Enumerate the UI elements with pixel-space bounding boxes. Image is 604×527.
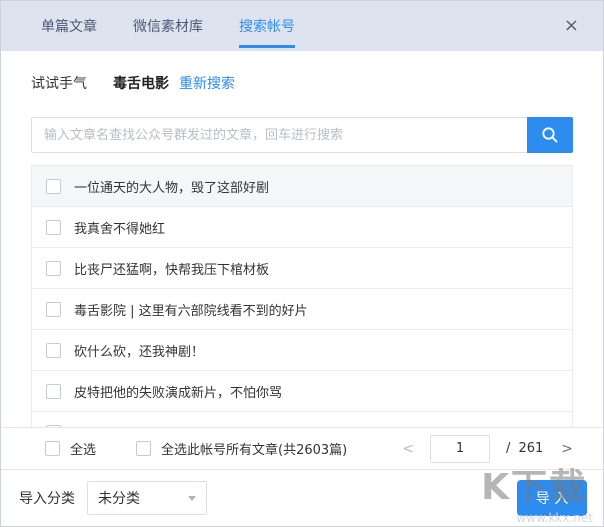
article-title: 比丧尸还猛啊，快帮我压下棺材板 <box>74 262 270 278</box>
dialog-body: 试试手气 毒舌电影 重新搜索 一位通天的大人物，毁了这部好剧我真舍不得她红比丧尸… <box>1 51 603 427</box>
account-toolbar: 试试手气 毒舌电影 重新搜索 <box>31 73 573 93</box>
try-luck-link[interactable]: 试试手气 <box>31 73 87 93</box>
search-button[interactable] <box>527 117 573 153</box>
article-row[interactable]: 皮特把他的失败演成新片，不怕你骂 <box>32 371 572 412</box>
tab-bar: 单篇文章 微信素材库 搜索帐号 × <box>1 1 603 51</box>
select-all-checkbox[interactable] <box>45 441 60 456</box>
article-row[interactable] <box>32 412 572 427</box>
article-checkbox[interactable] <box>46 178 61 194</box>
article-checkbox[interactable] <box>46 219 61 235</box>
tab-search-account[interactable]: 搜索帐号 <box>239 11 295 48</box>
next-page-icon[interactable]: > <box>561 442 573 456</box>
article-row[interactable]: 毒舌影院 | 这里有六部院线看不到的好片 <box>32 289 572 330</box>
select-account-checkbox[interactable] <box>136 441 152 456</box>
article-title: 毒舌影院 | 这里有六部院线看不到的好片 <box>74 303 308 319</box>
close-icon[interactable]: × <box>560 15 583 37</box>
article-checkbox[interactable] <box>46 342 61 358</box>
tab-wechat-material[interactable]: 微信素材库 <box>133 11 203 41</box>
tab-list: 单篇文章 微信素材库 搜索帐号 <box>41 11 560 48</box>
select-account-label: 全选此帐号所有文章(共2603篇) <box>161 443 348 458</box>
article-checkbox[interactable] <box>46 260 61 276</box>
import-category-label: 导入分类 <box>19 491 75 507</box>
article-list: 一位通天的大人物，毁了这部好剧 我真舍不得她红比丧尸还猛啊，快帮我压下棺材板毒舌影… <box>31 165 573 427</box>
article-row[interactable]: 我真舍不得她红 <box>32 207 572 248</box>
search-input[interactable] <box>31 117 527 153</box>
article-title: 皮特把他的失败演成新片，不怕你骂 <box>74 385 283 401</box>
category-value: 未分类 <box>98 491 140 507</box>
category-select[interactable]: 未分类 <box>87 481 207 515</box>
article-checkbox[interactable] <box>46 301 61 317</box>
article-title: 我真舍不得她红 <box>74 221 166 237</box>
select-bar: 全选 全选此帐号所有文章(共2603篇) < / 261 > <box>1 427 603 469</box>
select-all-label: 全选 <box>70 443 97 458</box>
import-button[interactable]: 导 入 <box>517 480 587 516</box>
account-name: 毒舌电影 <box>113 76 169 92</box>
article-checkbox[interactable] <box>46 383 61 399</box>
article-row[interactable]: 砍什么砍，还我神剧！ <box>32 330 572 371</box>
research-link[interactable]: 重新搜索 <box>179 73 235 93</box>
import-articles-dialog: 单篇文章 微信素材库 搜索帐号 × 试试手气 毒舌电影 重新搜索 一位通天的大人物，… <box>0 0 604 527</box>
search-bar <box>31 117 573 153</box>
prev-page-icon[interactable]: < <box>402 442 414 456</box>
article-title: 砍什么砍，还我神剧！ <box>74 344 205 360</box>
page-input[interactable] <box>430 434 491 463</box>
import-bar: 导入分类 未分类 导 入 <box>1 469 603 526</box>
pagination: < / 261 > <box>402 434 573 463</box>
tab-single-article[interactable]: 单篇文章 <box>41 11 97 41</box>
page-separator: / <box>506 441 511 456</box>
chevron-down-icon <box>188 495 196 501</box>
magnifier-icon <box>541 126 559 144</box>
article-row[interactable]: 比丧尸还猛啊，快帮我压下棺材板 <box>32 248 572 289</box>
article-row[interactable]: 一位通天的大人物，毁了这部好剧 <box>32 166 572 207</box>
article-title: 一位通天的大人物，毁了这部好剧 <box>74 180 270 196</box>
page-total: 261 <box>518 441 544 456</box>
